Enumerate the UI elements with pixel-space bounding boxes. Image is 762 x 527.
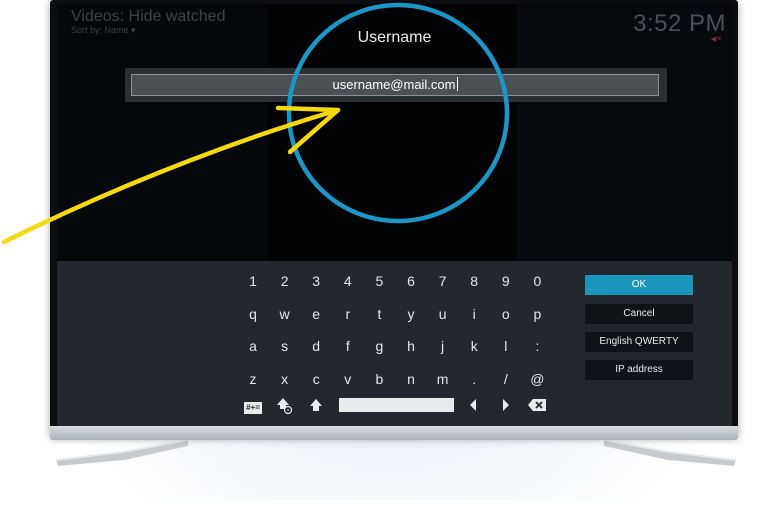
annotation-overlay xyxy=(1,2,510,245)
